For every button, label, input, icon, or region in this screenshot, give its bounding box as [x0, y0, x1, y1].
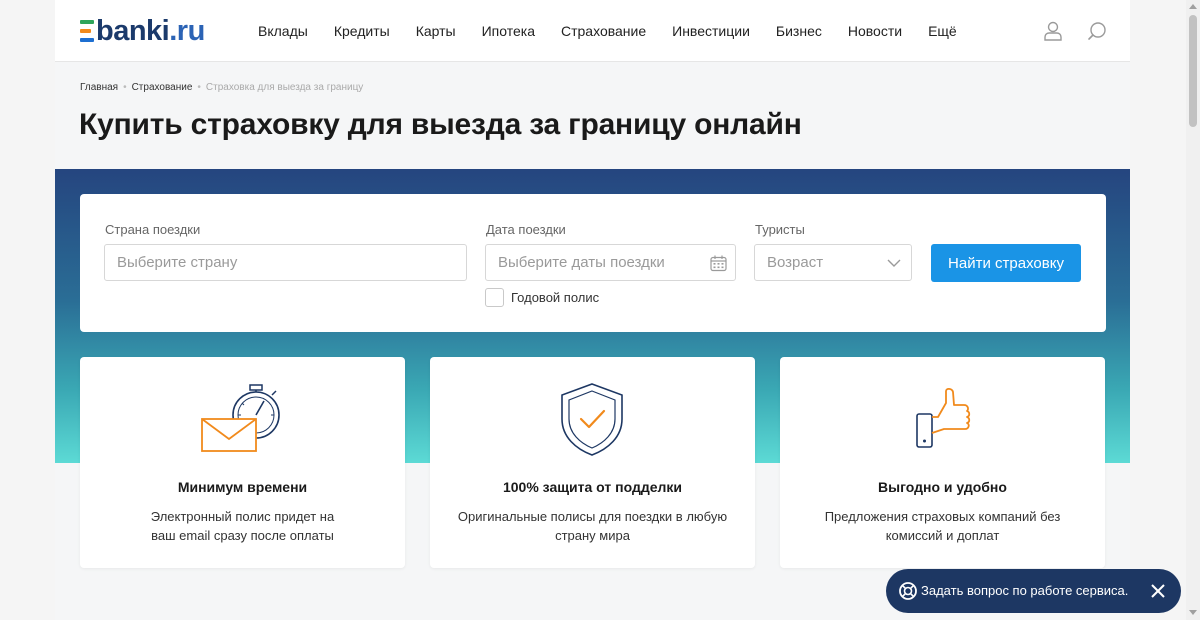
calendar-icon: [710, 255, 727, 272]
feature-card-protection: 100% защита от подделки Оригинальные пол…: [430, 357, 755, 568]
tourists-label: Туристы: [755, 222, 805, 237]
country-input[interactable]: [104, 244, 467, 281]
scrollbar-thumb[interactable]: [1189, 15, 1197, 127]
nav-item-investments[interactable]: Инвестиции: [672, 23, 750, 39]
phone-thumbs-up-icon: [916, 387, 971, 448]
user-icon[interactable]: [1042, 20, 1064, 42]
logo-text: banki.ru: [96, 14, 205, 47]
date-placeholder: Выберите даты поездки: [498, 254, 665, 271]
lifebuoy-icon: [899, 582, 917, 600]
support-label: Задать вопрос по работе сервиса.: [921, 583, 1129, 598]
age-select-value: Возраст: [767, 254, 824, 271]
scroll-up-arrow-icon[interactable]: [1189, 4, 1197, 9]
support-chat-button[interactable]: Задать вопрос по работе сервиса.: [886, 569, 1181, 613]
page-scrollbar[interactable]: [1186, 0, 1200, 620]
feature-card-time: Минимум времени Электронный полис придет…: [80, 357, 405, 568]
breadcrumb-current: Страховка для выезда за границу: [205, 82, 364, 93]
search-icon[interactable]: [1086, 20, 1108, 42]
annual-policy-checkbox[interactable]: [485, 288, 504, 307]
breadcrumb-separator: •: [197, 82, 201, 93]
main-nav: Вклады Кредиты Карты Ипотека Страхование…: [258, 0, 983, 62]
feature-card-benefit: Выгодно и удобно Предложения страховых к…: [780, 357, 1105, 568]
nav-item-news[interactable]: Новости: [848, 23, 902, 39]
feature-title: Выгодно и удобно: [878, 479, 1007, 495]
nav-item-deposits[interactable]: Вклады: [258, 23, 308, 39]
breadcrumb-home[interactable]: Главная: [80, 82, 118, 93]
feature-description: Предложения страховых компаний без комис…: [824, 509, 1061, 543]
breadcrumb-insurance[interactable]: Страхование: [132, 82, 193, 93]
feature-description: Оригинальные полисы для поездки в любую …: [457, 509, 728, 543]
page: banki.ru Вклады Кредиты Карты Ипотека Ст…: [55, 0, 1130, 620]
logo-bars-icon: [80, 20, 94, 42]
annual-policy-label: Годовой полис: [511, 290, 600, 305]
banki-logo[interactable]: banki.ru: [80, 14, 205, 48]
nav-item-mortgage[interactable]: Ипотека: [482, 23, 535, 39]
nav-item-credits[interactable]: Кредиты: [334, 23, 390, 39]
annual-policy-option[interactable]: Годовой полис: [485, 288, 599, 307]
nav-item-insurance[interactable]: Страхование: [561, 23, 646, 39]
breadcrumb: Главная • Страхование • Страховка для вы…: [80, 82, 363, 93]
nav-item-business[interactable]: Бизнес: [776, 23, 822, 39]
page-title: Купить страховку для выезда за границу о…: [79, 108, 802, 141]
date-input[interactable]: Выберите даты поездки: [485, 244, 736, 281]
date-label: Дата поездки: [486, 222, 566, 237]
country-label: Страна поездки: [105, 222, 201, 237]
insurance-search-form: Страна поездки Дата поездки Выберите дат…: [80, 194, 1106, 332]
site-header: banki.ru Вклады Кредиты Карты Ипотека Ст…: [55, 0, 1130, 62]
feature-title: 100% защита от подделки: [502, 479, 683, 495]
age-select[interactable]: Возраст: [754, 244, 912, 281]
close-icon[interactable]: [1148, 581, 1168, 601]
scroll-down-arrow-icon[interactable]: [1189, 610, 1197, 615]
breadcrumb-separator: •: [123, 82, 127, 93]
stopwatch-envelope-icon: [201, 384, 280, 452]
shield-check-icon: [561, 383, 623, 456]
chevron-down-icon: [887, 259, 901, 267]
feature-title: Минимум времени: [177, 479, 308, 495]
nav-item-more[interactable]: Ещё: [928, 23, 957, 39]
nav-item-cards[interactable]: Карты: [416, 23, 456, 39]
feature-description: Электронный полис придет на ваш email ср…: [150, 509, 335, 543]
find-insurance-button[interactable]: Найти страховку: [931, 244, 1081, 282]
